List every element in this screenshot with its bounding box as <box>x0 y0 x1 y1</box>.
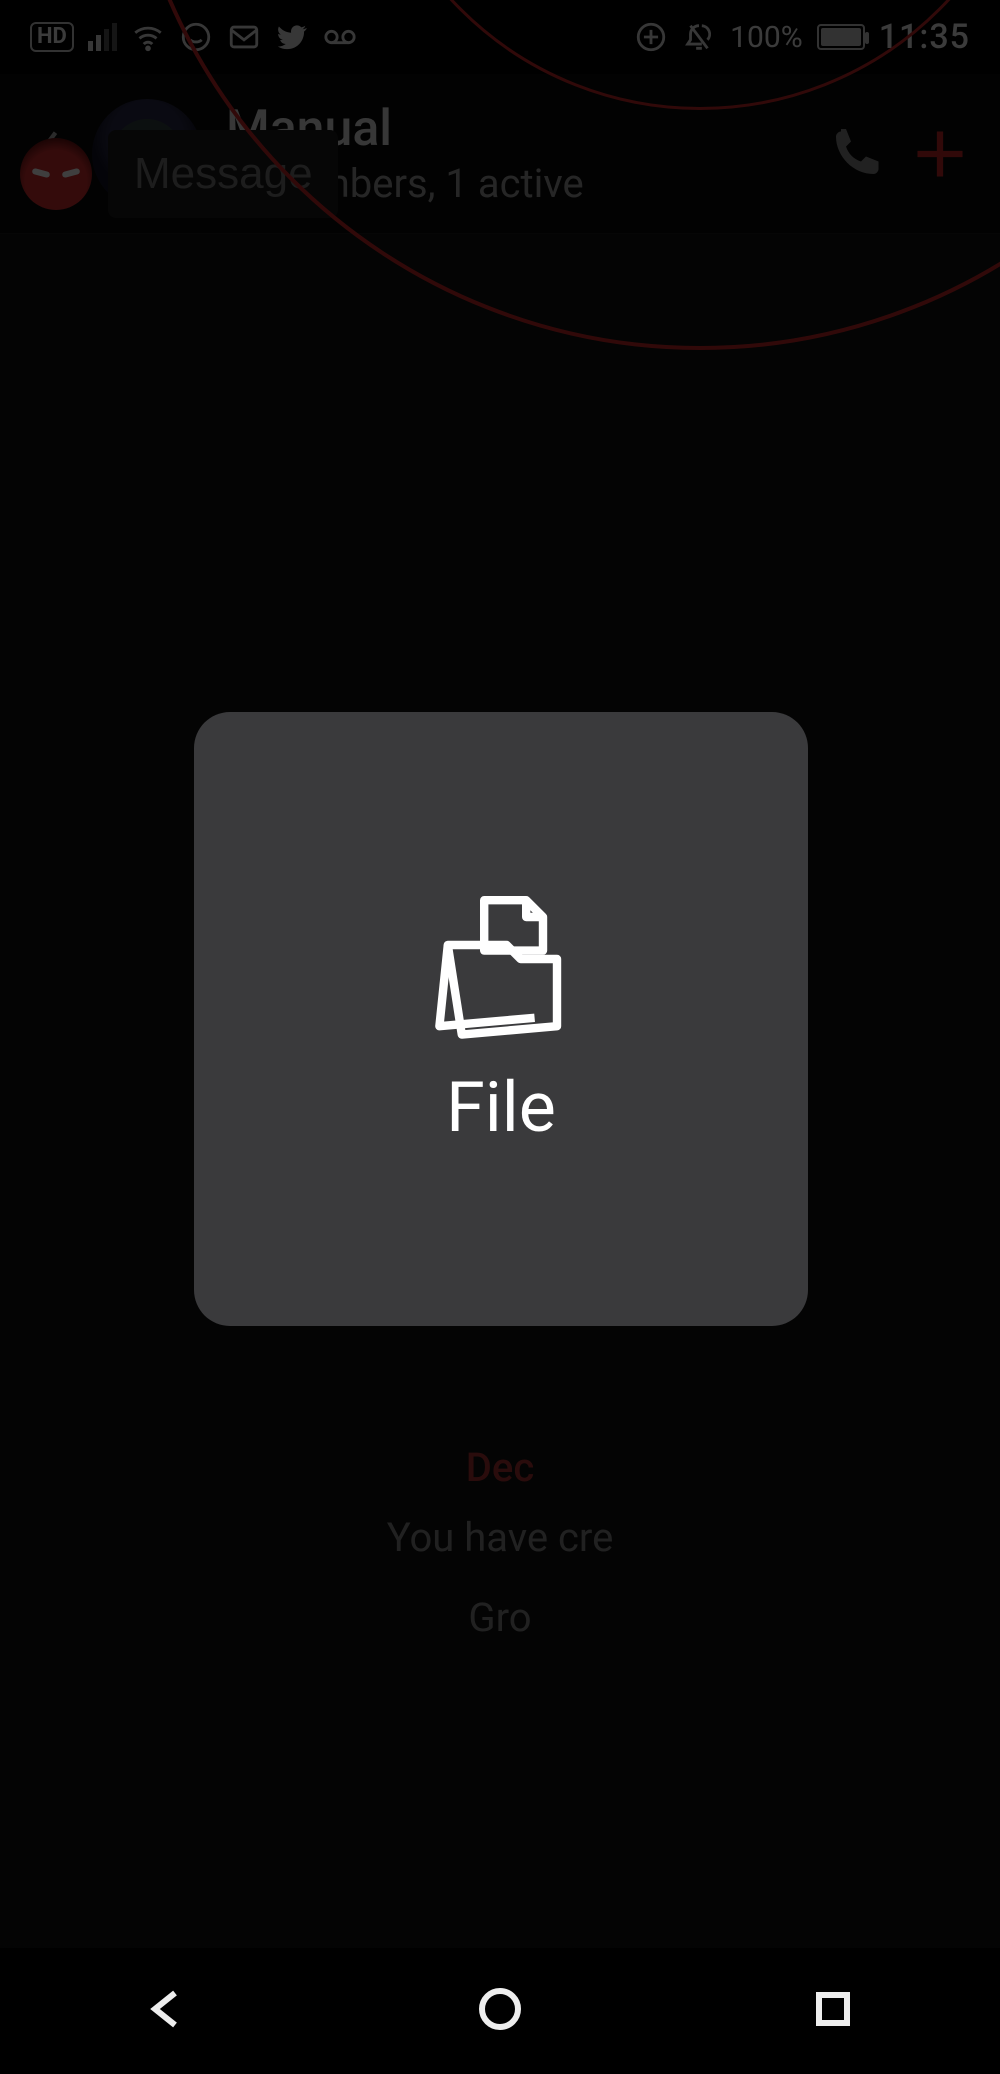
nav-back-icon[interactable] <box>143 1985 191 2037</box>
android-nav-bar <box>0 1948 1000 2074</box>
nav-home-icon[interactable] <box>476 1985 524 2037</box>
folder-file-icon <box>431 889 571 1039</box>
nav-recent-icon[interactable] <box>809 1985 857 2037</box>
modal-label: File <box>446 1067 556 1149</box>
file-action-modal[interactable]: File <box>194 712 808 1326</box>
